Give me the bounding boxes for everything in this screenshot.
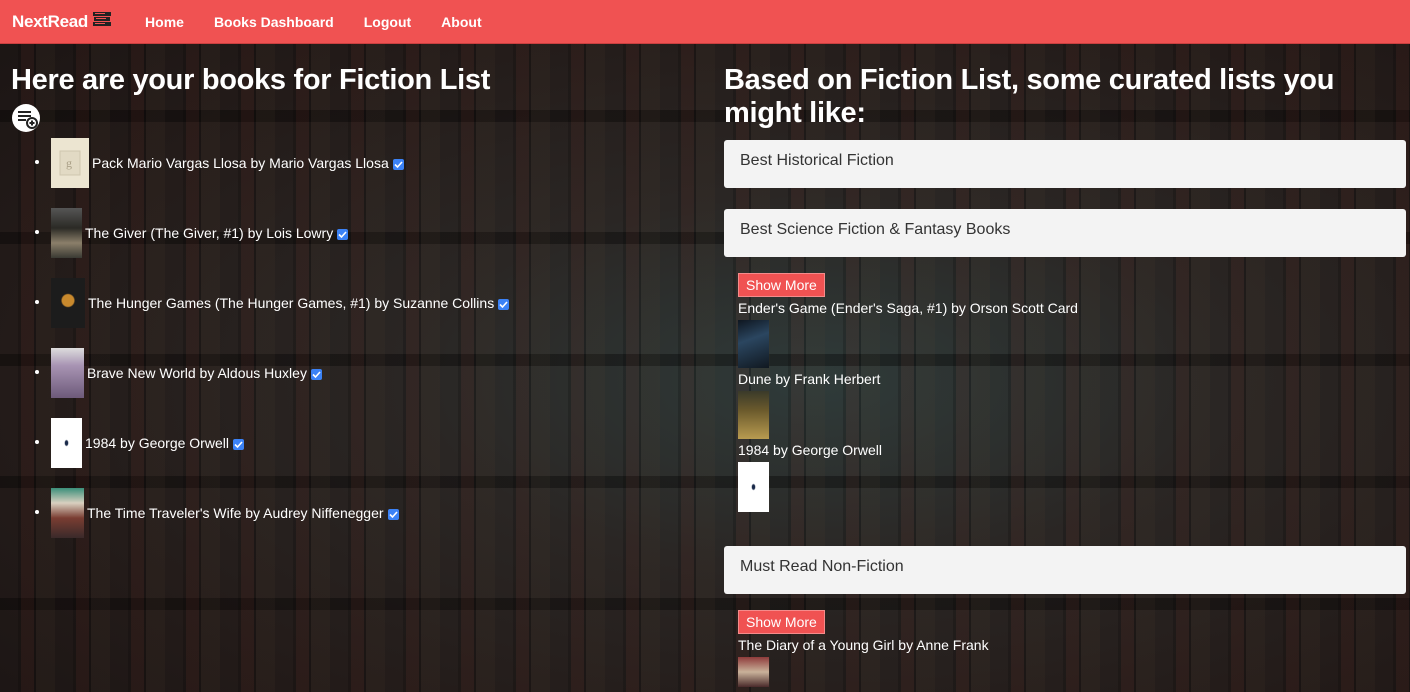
- bullet: [35, 300, 39, 304]
- navbar: NextRead Home Books Dashboard Logout Abo…: [0, 0, 1410, 44]
- nav-books-dashboard[interactable]: Books Dashboard: [214, 14, 334, 30]
- bullet: [35, 370, 39, 374]
- curated-list-title[interactable]: Best Science Fiction & Fantasy Books: [740, 221, 1010, 238]
- curated-list-panel[interactable]: Best Science Fiction & Fantasy Books: [724, 209, 1406, 257]
- list-item: The Time Traveler's Wife by Audrey Niffe…: [35, 488, 399, 538]
- nav-links: Home Books Dashboard Logout About: [145, 14, 512, 30]
- recommended-book-title[interactable]: Ender's Game (Ender's Saga, #1) by Orson…: [738, 300, 1406, 316]
- book-cover[interactable]: [738, 320, 769, 368]
- curated-list-body: Show More The Diary of a Young Girl by A…: [724, 610, 1406, 687]
- list-item: The Hunger Games (The Hunger Games, #1) …: [35, 278, 510, 328]
- recommended-book-title[interactable]: Dune by Frank Herbert: [738, 371, 1406, 387]
- nav-about[interactable]: About: [441, 14, 481, 30]
- svg-text:g: g: [66, 156, 72, 170]
- book-title[interactable]: Pack Mario Vargas Llosa by Mario Vargas …: [92, 155, 389, 171]
- curated-list-body: Show More Ender's Game (Ender's Saga, #1…: [724, 273, 1406, 512]
- book-title[interactable]: Brave New World by Aldous Huxley: [87, 365, 307, 381]
- book-title[interactable]: The Giver (The Giver, #1) by Lois Lowry: [85, 225, 333, 241]
- bullet: [35, 230, 39, 234]
- book-title[interactable]: The Time Traveler's Wife by Audrey Niffe…: [87, 505, 384, 521]
- book-cover[interactable]: g: [51, 138, 89, 188]
- book-stack-icon: [92, 11, 112, 32]
- list-item: Brave New World by Aldous Huxley: [35, 348, 322, 398]
- show-more-button[interactable]: Show More: [738, 273, 825, 297]
- user-book-list-section: Here are your books for Fiction List: [11, 60, 691, 133]
- show-more-button[interactable]: Show More: [738, 610, 825, 634]
- curated-list-panel[interactable]: Must Read Non-Fiction: [724, 546, 1406, 594]
- check-icon: [498, 298, 510, 310]
- bullet: [35, 440, 39, 444]
- book-cover[interactable]: [51, 208, 82, 258]
- check-icon: [392, 158, 404, 170]
- curated-list-title[interactable]: Must Read Non-Fiction: [740, 558, 904, 575]
- list-item: g Pack Mario Vargas Llosa by Mario Varga…: [35, 138, 404, 188]
- curated-list-title[interactable]: Best Historical Fiction: [740, 152, 894, 169]
- book-cover[interactable]: [51, 488, 84, 538]
- check-icon: [310, 368, 322, 380]
- add-playlist-icon[interactable]: [11, 103, 41, 133]
- book-cover[interactable]: [51, 348, 84, 398]
- bullet: [35, 510, 39, 514]
- curated-list-panel[interactable]: Best Historical Fiction: [724, 140, 1406, 188]
- list-item: 1984 by George Orwell: [35, 418, 244, 468]
- list-item: The Giver (The Giver, #1) by Lois Lowry: [35, 208, 349, 258]
- book-title[interactable]: 1984 by George Orwell: [85, 435, 229, 451]
- book-cover[interactable]: [51, 278, 85, 328]
- book-cover[interactable]: [738, 462, 769, 512]
- brand-name[interactable]: NextRead: [12, 12, 88, 32]
- check-icon: [337, 228, 349, 240]
- book-cover[interactable]: [738, 391, 769, 439]
- page-title: Here are your books for Fiction List: [11, 64, 491, 96]
- recommended-book-title[interactable]: 1984 by George Orwell: [738, 442, 1406, 458]
- check-icon: [387, 508, 399, 520]
- nav-logout[interactable]: Logout: [364, 14, 411, 30]
- book-cover[interactable]: [51, 418, 82, 468]
- book-title[interactable]: The Hunger Games (The Hunger Games, #1) …: [88, 295, 494, 311]
- curated-lists-section: Based on Fiction List, some curated list…: [724, 60, 1406, 687]
- bullet: [35, 160, 39, 164]
- book-cover[interactable]: [738, 657, 769, 687]
- recommended-book-title[interactable]: The Diary of a Young Girl by Anne Frank: [738, 637, 1406, 653]
- check-icon: [232, 438, 244, 450]
- nav-home[interactable]: Home: [145, 14, 184, 30]
- brand[interactable]: NextRead: [12, 11, 112, 32]
- curated-heading: Based on Fiction List, some curated list…: [724, 64, 1335, 129]
